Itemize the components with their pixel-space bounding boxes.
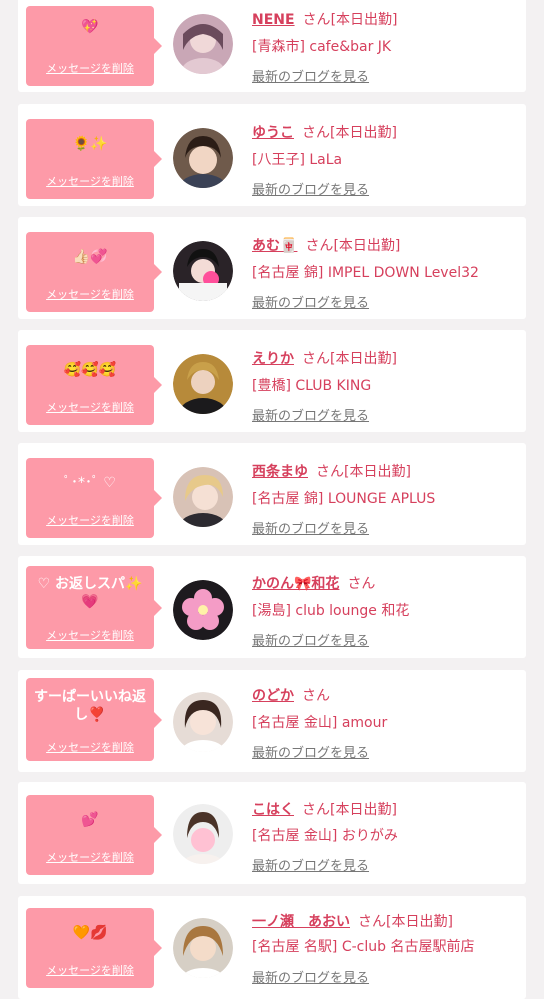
list-item: 💖 メッセージを削除 NENE さん[本日出勤] [青森市] cafe&bar J… [18, 0, 526, 92]
list-item: 🧡💋 メッセージを削除 一ノ瀬 あおい さん[本日出勤] [名古屋 名駅] C-c… [18, 896, 526, 999]
shop-info: [名古屋 錦] IMPEL DOWN Level32 [252, 265, 479, 281]
avatar[interactable] [173, 918, 233, 978]
honorific: さん [302, 351, 330, 367]
list-item: ﾟ･*･ﾟ ♡ メッセージを削除 西条まゆ さん[本日出勤] [名古屋 錦] LO… [18, 443, 526, 545]
cast-name-link[interactable]: ゆうこ [252, 125, 294, 141]
message-text: 🌻✨ [72, 136, 108, 152]
honorific: さん [302, 802, 330, 818]
cast-name-link[interactable]: のどか [252, 688, 294, 704]
shop-info: [名古屋 名駅] C-club 名古屋駅前店 [252, 939, 475, 955]
blog-link[interactable]: 最新のブログを見る [252, 630, 369, 649]
shop-info: [名古屋 錦] LOUNGE APLUS [252, 491, 436, 507]
delete-message-link[interactable]: メッセージを削除 [26, 739, 154, 755]
message-bubble: 🥰🥰🥰 メッセージを削除 [26, 345, 162, 425]
blog-link[interactable]: 最新のブログを見る [252, 967, 369, 986]
message-bubble: 💖 メッセージを削除 [26, 6, 162, 86]
blog-link[interactable]: 最新のブログを見る [252, 179, 369, 198]
delete-message-link[interactable]: メッセージを削除 [26, 849, 154, 865]
message-bubble: ﾟ･*･ﾟ ♡ メッセージを削除 [26, 458, 162, 538]
work-status: [本日出勤] [330, 12, 398, 28]
honorific: さん [302, 12, 331, 28]
cast-name-link[interactable]: こはく [252, 802, 294, 818]
shop-info: [青森市] cafe&bar JK [252, 39, 392, 55]
cast-name-link[interactable]: かのん🎀和花 [252, 576, 339, 592]
message-text: 🧡💋 [72, 925, 108, 941]
message-text: 🥰🥰🥰 [63, 362, 117, 378]
message-bubble: 💕 メッセージを削除 [26, 795, 162, 875]
avatar[interactable] [173, 354, 233, 414]
avatar[interactable] [173, 580, 233, 640]
shop-info: [豊橋] CLUB KING [252, 378, 372, 394]
work-status: [本日出勤] [386, 914, 453, 930]
avatar[interactable] [173, 14, 233, 74]
shop-info: [名古屋 金山] amour [252, 715, 388, 731]
cast-name-link[interactable]: えりか [252, 351, 294, 367]
message-text: 👍🏻💞 [72, 249, 108, 265]
avatar[interactable] [173, 241, 233, 301]
message-list: 💖 メッセージを削除 NENE さん[本日出勤] [青森市] cafe&bar J… [0, 0, 544, 999]
message-bubble: ♡ お返しスパ✨💗 メッセージを削除 [26, 566, 162, 649]
delete-message-link[interactable]: メッセージを削除 [26, 962, 154, 978]
honorific: さん [305, 238, 334, 254]
shop-info: [八王子] LaLa [252, 152, 343, 168]
honorific: さん [347, 576, 376, 592]
shop-info: [名古屋 金山] おりがみ [252, 828, 398, 844]
message-bubble: 👍🏻💞 メッセージを削除 [26, 232, 162, 312]
honorific: さん [316, 464, 344, 480]
work-status: [本日出勤] [333, 238, 401, 254]
delete-message-link[interactable]: メッセージを削除 [26, 627, 154, 643]
message-bubble: すーぱーいいね返し❣️ メッセージを削除 [26, 678, 162, 761]
work-status: [本日出勤] [330, 125, 397, 141]
work-status: [本日出勤] [344, 464, 411, 480]
shop-info: [湯島] club lounge 和花 [252, 603, 410, 619]
delete-message-link[interactable]: メッセージを削除 [26, 512, 154, 528]
list-item: 🥰🥰🥰 メッセージを削除 えりか さん[本日出勤] [豊橋] CLUB KING … [18, 330, 526, 432]
list-item: 💕 メッセージを削除 こはく さん[本日出勤] [名古屋 金山] おりがみ 最新の… [18, 782, 526, 884]
delete-message-link[interactable]: メッセージを削除 [26, 60, 154, 76]
work-status: [本日出勤] [330, 351, 397, 367]
list-item: 🌻✨ メッセージを削除 ゆうこ さん[本日出勤] [八王子] LaLa 最新のブロ… [18, 104, 526, 206]
cast-name-link[interactable]: 西条まゆ [252, 464, 308, 480]
list-item: ♡ お返しスパ✨💗 メッセージを削除 かのん🎀和花 さん [湯島] club lo… [18, 556, 526, 658]
delete-message-link[interactable]: メッセージを削除 [26, 173, 154, 189]
message-text: すーぱーいいね返し❣️ [34, 689, 146, 723]
avatar[interactable] [173, 692, 233, 752]
avatar[interactable] [173, 804, 233, 864]
honorific: さん [358, 914, 386, 930]
cast-name-link[interactable]: あむ🀄 [252, 238, 297, 254]
blog-link[interactable]: 最新のブログを見る [252, 66, 369, 85]
avatar[interactable] [173, 128, 233, 188]
message-bubble: 🌻✨ メッセージを削除 [26, 119, 162, 199]
message-bubble: 🧡💋 メッセージを削除 [26, 908, 162, 988]
work-status: [本日出勤] [330, 802, 397, 818]
message-text: ﾟ･*･ﾟ ♡ [63, 475, 116, 491]
blog-link[interactable]: 最新のブログを見る [252, 742, 369, 761]
message-text: ♡ お返しスパ✨💗 [37, 576, 143, 610]
message-text: 💕 [81, 812, 99, 828]
list-item: 👍🏻💞 メッセージを削除 あむ🀄 さん[本日出勤] [名古屋 錦] IMPEL D… [18, 217, 526, 319]
blog-link[interactable]: 最新のブログを見る [252, 405, 369, 424]
honorific: さん [302, 688, 330, 704]
avatar[interactable] [173, 467, 233, 527]
delete-message-link[interactable]: メッセージを削除 [26, 399, 154, 415]
honorific: さん [302, 125, 330, 141]
message-text: 💖 [81, 19, 99, 35]
delete-message-link[interactable]: メッセージを削除 [26, 286, 154, 302]
cast-name-link[interactable]: NENE [252, 12, 295, 28]
cast-name-link[interactable]: 一ノ瀬 あおい [252, 914, 350, 930]
blog-link[interactable]: 最新のブログを見る [252, 855, 369, 874]
blog-link[interactable]: 最新のブログを見る [252, 518, 369, 537]
blog-link[interactable]: 最新のブログを見る [252, 292, 369, 311]
list-item: すーぱーいいね返し❣️ メッセージを削除 のどか さん [名古屋 金山] amou… [18, 670, 526, 772]
